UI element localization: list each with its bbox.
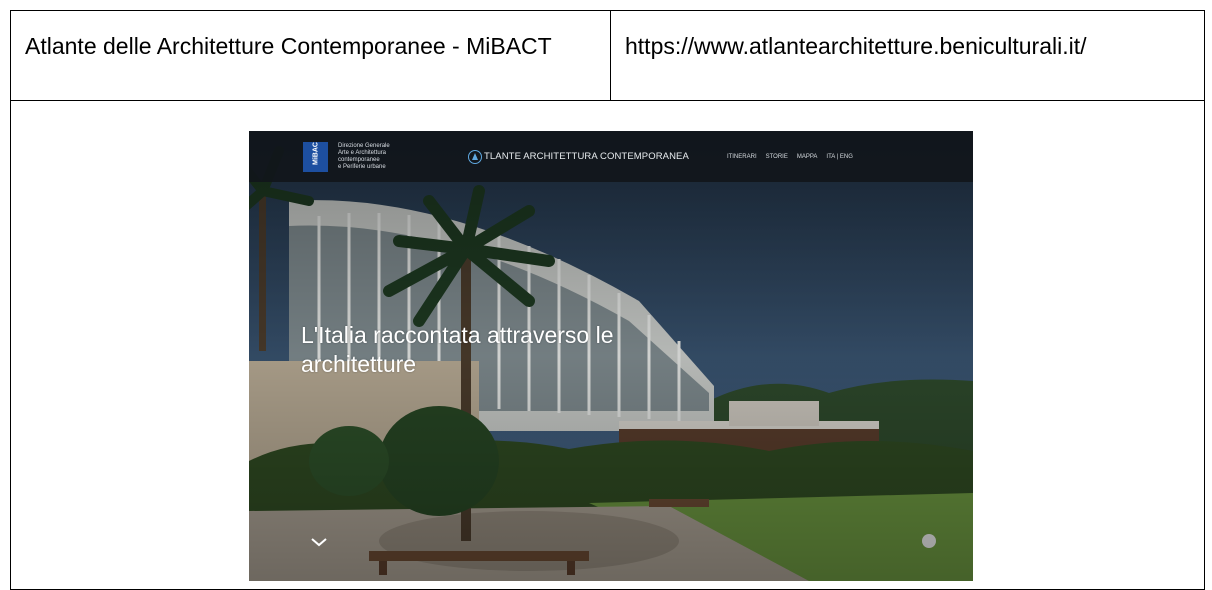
atlante-logo-icon — [468, 149, 482, 164]
mibac-logo-text: MiBAC — [312, 141, 320, 165]
site-name: TLANTE ARCHITETTURA CONTEMPORANEA — [484, 151, 689, 162]
website-screenshot: MiBAC Direzione Generale Arte e Architet… — [249, 131, 973, 581]
site-title-cell: Atlante delle Architetture Contemporanee… — [10, 10, 611, 101]
hero-title: L'Italia raccontata attraverso le archit… — [301, 322, 614, 377]
site-nav-bar: MiBAC Direzione Generale Arte e Architet… — [249, 131, 973, 182]
nav-item-mappa[interactable]: MAPPA — [797, 154, 818, 160]
document-table: Atlante delle Architetture Contemporanee… — [10, 10, 1205, 590]
mibac-logo[interactable]: MiBAC — [303, 141, 328, 172]
department-line: e Periferie urbane — [338, 163, 386, 170]
nav-item-itinerari[interactable]: ITINERARI — [727, 154, 757, 160]
nav-item-storie[interactable]: STORIE — [766, 154, 788, 160]
language-switcher[interactable]: ITA | ENG — [826, 154, 852, 160]
site-url-cell: https://www.atlantearchitetture.benicult… — [610, 10, 1205, 101]
screenshot-cell: MiBAC Direzione Generale Arte e Architet… — [10, 100, 1205, 590]
chevron-down-icon[interactable] — [311, 537, 327, 547]
department-line: Arte e Architettura — [338, 149, 387, 156]
department-name: Direzione Generale Arte e Architettura c… — [338, 143, 428, 171]
nav-links: ITINERARI STORIE MAPPA ITA | ENG — [727, 154, 853, 160]
department-line: contemporanee — [338, 156, 380, 163]
department-line: Direzione Generale — [338, 142, 390, 149]
site-logo[interactable]: TLANTE ARCHITETTURA CONTEMPORANEA — [468, 149, 689, 164]
